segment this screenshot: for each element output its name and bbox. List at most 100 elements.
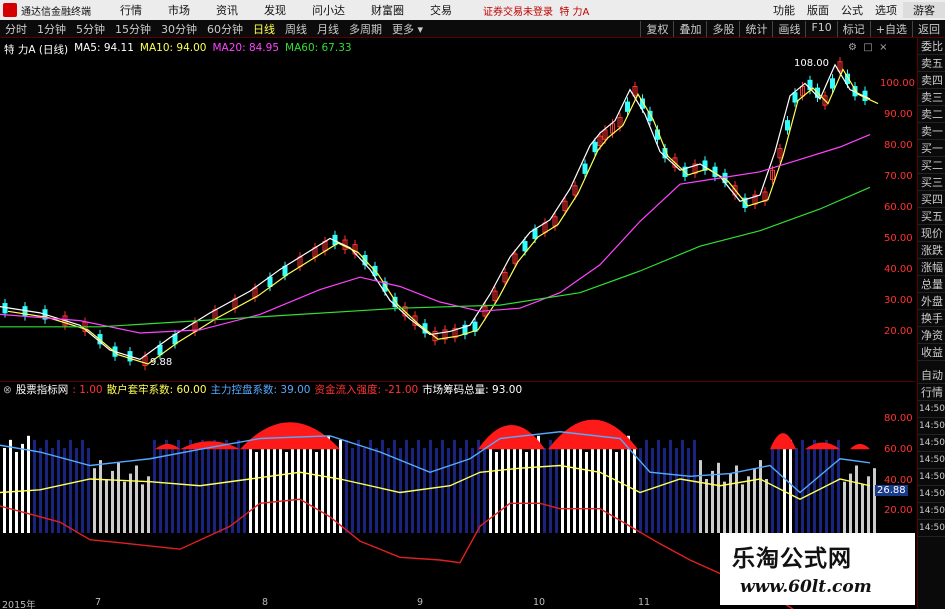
panel-tab[interactable]: 卖二 — [918, 106, 945, 123]
indicator-bar — [261, 443, 264, 533]
period-tab-monthly[interactable]: 月线 — [312, 21, 344, 37]
indicator-red-area — [180, 441, 240, 450]
panel-tab[interactable]: 总量 — [918, 276, 945, 293]
indicator-bar — [249, 439, 252, 533]
menu-item-discover[interactable]: 发现 — [251, 2, 299, 18]
period-tab-5min[interactable]: 5分钟 — [71, 21, 110, 37]
restore-rights-button[interactable]: 复权 — [640, 20, 673, 37]
menu-item-ask[interactable]: 问小达 — [299, 2, 358, 18]
menu-item-quotes[interactable]: 行情 — [107, 2, 155, 18]
period-tab-weekly[interactable]: 周线 — [280, 21, 312, 37]
period-tab-15min[interactable]: 15分钟 — [110, 21, 156, 37]
indicator-name[interactable]: 股票指标网 — [16, 382, 69, 397]
panel-tab[interactable]: 委比 — [918, 38, 945, 55]
ma60-line — [0, 186, 871, 328]
panel-tab[interactable]: 买五 — [918, 208, 945, 225]
panel-tab[interactable]: 自动 — [918, 367, 945, 384]
indicator-bar — [105, 479, 108, 533]
f10-button[interactable]: F10 — [805, 20, 836, 37]
menu-item-market[interactable]: 市场 — [155, 2, 203, 18]
close-icon[interactable]: × — [879, 42, 887, 53]
candle-body — [762, 191, 768, 202]
price-axis-label: 70.00 — [884, 171, 913, 182]
candle-body — [572, 185, 578, 196]
candle-body — [625, 101, 630, 112]
panel-tab[interactable]: 净资 — [918, 327, 945, 344]
indicator-bar — [585, 452, 588, 533]
indicator-bar — [225, 439, 228, 533]
period-tab-daily[interactable]: 日线 — [248, 21, 280, 37]
candle-body — [82, 321, 88, 332]
candle-body — [62, 315, 68, 326]
indicator-bar — [759, 460, 762, 533]
candle-body — [712, 166, 718, 177]
menu-item-formula[interactable]: 公式 — [835, 2, 869, 18]
panel-tab[interactable]: 行情 — [918, 384, 945, 401]
candle-body — [682, 166, 688, 177]
indicator-bar — [237, 439, 240, 533]
watermark-url: www.60lt.com — [740, 577, 872, 597]
menu-item-news[interactable]: 资讯 — [203, 2, 251, 18]
menu-item-layout[interactable]: 版面 — [801, 2, 835, 18]
panel-tab[interactable]: 收益 — [918, 344, 945, 361]
title-right-menu: 功能 版面 公式 选项 游客 — [767, 2, 945, 18]
indicator-bar — [741, 484, 744, 533]
indicator-bar — [57, 439, 60, 533]
guest-button[interactable]: 游客 — [903, 2, 945, 18]
panel-tab[interactable]: 涨幅 — [918, 259, 945, 276]
add-favorite-button[interactable]: +自选 — [869, 20, 912, 37]
panel-tab[interactable]: 买四 — [918, 191, 945, 208]
period-tab-more[interactable]: 更多 ▾ — [387, 21, 428, 37]
candle-body — [342, 239, 348, 250]
panel-tab[interactable]: 买三 — [918, 174, 945, 191]
panel-tab[interactable]: 外盘 — [918, 293, 945, 310]
menu-item-options[interactable]: 选项 — [869, 2, 903, 18]
panel-tab[interactable]: 买二 — [918, 157, 945, 174]
panel-tab[interactable]: 买一 — [918, 140, 945, 157]
panel-tab[interactable]: 涨跌 — [918, 242, 945, 259]
overlay-button[interactable]: 叠加 — [673, 20, 706, 37]
candle-body — [172, 334, 178, 345]
period-tab-timeshare[interactable]: 分时 — [0, 21, 32, 37]
menu-item-function[interactable]: 功能 — [767, 2, 801, 18]
multi-stock-button[interactable]: 多股 — [706, 20, 739, 37]
period-tab-1min[interactable]: 1分钟 — [32, 21, 71, 37]
candle-body — [640, 98, 645, 109]
mark-button[interactable]: 标记 — [836, 20, 870, 37]
indicator-bar — [9, 439, 12, 533]
candle-body — [112, 346, 118, 357]
period-toolbar: 分时 1分钟 5分钟 15分钟 30分钟 60分钟 日线 周线 月线 多周期 更… — [0, 20, 945, 38]
panel-tab[interactable]: 卖三 — [918, 89, 945, 106]
candle-body — [322, 241, 328, 252]
trade-status[interactable]: 证券交易未登录 特 力A — [483, 3, 589, 18]
back-button[interactable]: 返回 — [912, 20, 945, 37]
indicator-bar — [81, 439, 84, 533]
date-label: 2015年 — [2, 600, 36, 609]
panel-tab[interactable]: 卖一 — [918, 123, 945, 140]
period-tab-multi[interactable]: 多周期 — [344, 21, 387, 37]
candle-body — [312, 247, 318, 258]
panel-time: 14:50 — [918, 486, 945, 503]
indicator-close-icon[interactable]: ⊗ — [3, 384, 12, 396]
panel-tab[interactable]: 卖五 — [918, 55, 945, 72]
indicator-bar — [417, 439, 420, 533]
panel-tab[interactable]: 换手 — [918, 310, 945, 327]
period-tab-30min[interactable]: 30分钟 — [156, 21, 202, 37]
maximize-icon[interactable]: □ — [863, 42, 872, 53]
candlestick-chart[interactable] — [0, 0, 945, 609]
menu-item-trade[interactable]: 交易 — [417, 2, 465, 18]
candle-body — [142, 355, 148, 367]
settings-icon[interactable]: ⚙ — [848, 42, 857, 53]
candle-body — [792, 92, 798, 103]
draw-line-button[interactable]: 画线 — [772, 20, 805, 37]
indicator-bar — [153, 439, 156, 533]
statistics-button[interactable]: 统计 — [739, 20, 772, 37]
candle-body — [22, 306, 28, 317]
candle-body — [482, 306, 488, 317]
menu-item-wealth[interactable]: 财富圈 — [358, 2, 417, 18]
candle-body — [722, 172, 728, 184]
price-axis-label: 60.00 — [884, 202, 913, 213]
period-tab-60min[interactable]: 60分钟 — [202, 21, 248, 37]
panel-tab[interactable]: 现价 — [918, 225, 945, 242]
panel-tab[interactable]: 卖四 — [918, 72, 945, 89]
